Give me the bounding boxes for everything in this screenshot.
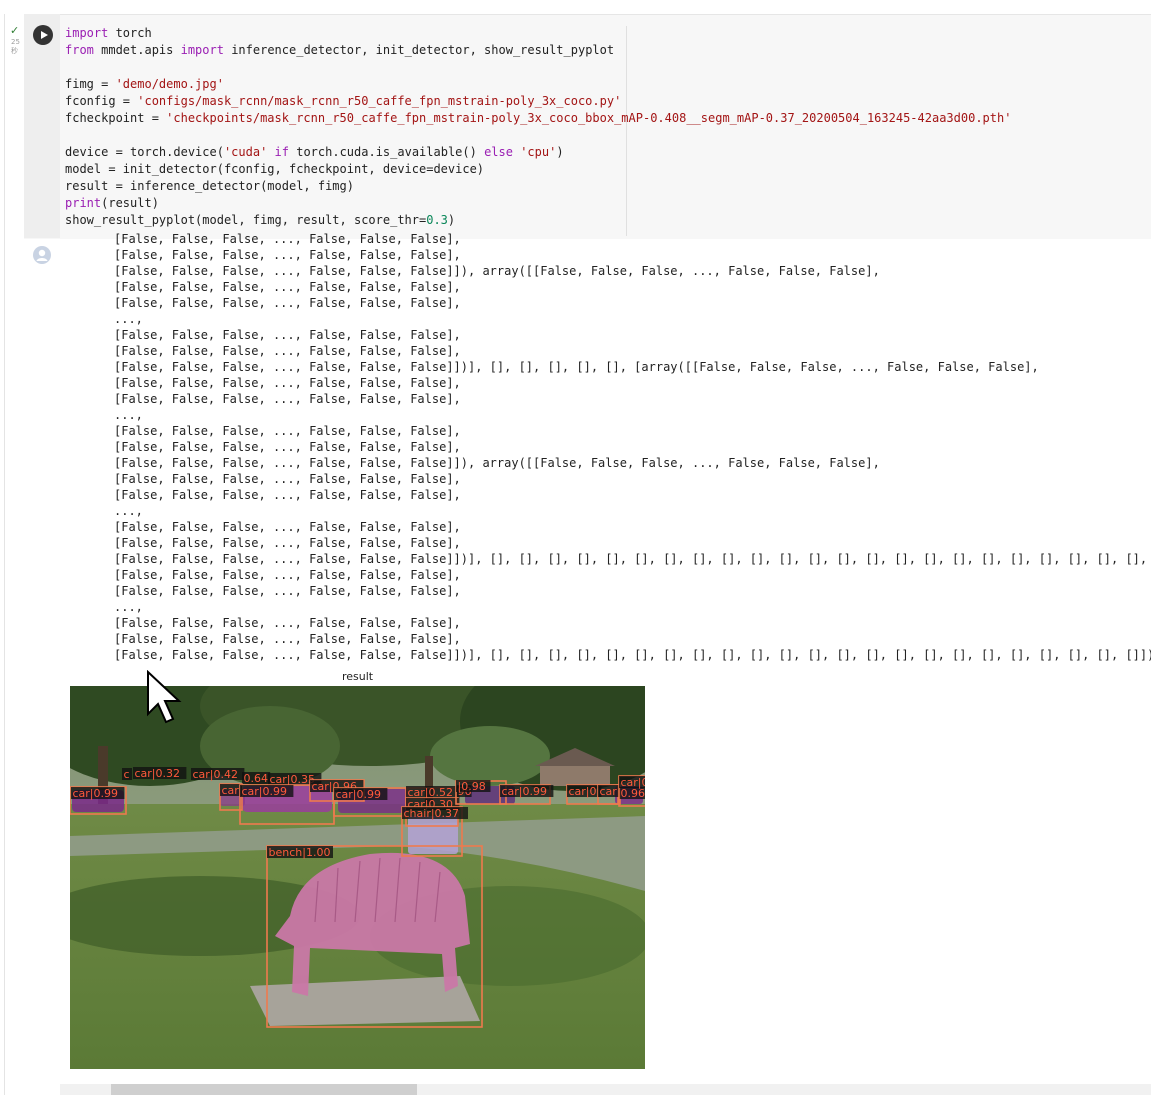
detection-label: car|0.99 <box>242 785 288 798</box>
output-user-avatar-icon <box>33 246 51 264</box>
detection-label: car|0.42 <box>621 776 646 789</box>
exec-time-value: 25 <box>11 38 20 46</box>
output-line: [False, False, False, ..., False, False,… <box>114 568 461 582</box>
run-cell-button[interactable] <box>33 25 53 45</box>
detection-label: car <box>600 785 618 798</box>
notebook-left-rail <box>4 14 5 1095</box>
output-line: [False, False, False, ..., False, False,… <box>114 440 461 454</box>
output-line: [False, False, False, ..., False, False,… <box>114 248 461 262</box>
cell-success-check-icon: ✓ <box>10 24 20 37</box>
output-line: [False, False, False, ..., False, False,… <box>114 344 461 358</box>
output-line: [False, False, False, ..., False, False,… <box>114 488 461 502</box>
output-line: [False, False, False, ..., False, False,… <box>114 648 1151 662</box>
play-icon <box>40 31 48 39</box>
output-line: [False, False, False, ..., False, False,… <box>114 552 1151 566</box>
output-line: [False, False, False, ..., False, False,… <box>114 296 461 310</box>
detection-label: car|0.99 <box>73 787 119 800</box>
code-line-2: from mmdet.apis import inference_detecto… <box>65 43 615 57</box>
code-line-7: model = init_detector(fconfig, fcheckpoi… <box>65 162 485 176</box>
detection-label: bench|1.00 <box>269 846 331 859</box>
code-line-10: show_result_pyplot(model, fimg, result, … <box>65 213 456 227</box>
output-line: [False, False, False, ..., False, False,… <box>114 360 1039 374</box>
detection-result-image: car|0.99c car|0.32 car|0.42 0.64 car|0.35car… <box>70 686 645 1069</box>
code-line-4: fconfig = 'configs/mask_rcnn/mask_rcnn_r… <box>65 94 622 108</box>
code-editor[interactable]: import torch from mmdet.apis import infe… <box>65 25 1011 229</box>
horizontal-scrollbar-thumb[interactable] <box>111 1084 417 1095</box>
detection-label: c <box>124 768 130 781</box>
output-line: [False, False, False, ..., False, False,… <box>114 392 461 406</box>
detection-label: car|0 <box>569 785 597 798</box>
detection-label: car|0.42 <box>193 768 239 781</box>
exec-time-unit: 秒 <box>11 47 18 55</box>
output-line: [False, False, False, ..., False, False,… <box>114 328 461 342</box>
code-line-1: import torch <box>65 26 152 40</box>
output-line: [False, False, False, ..., False, False,… <box>114 632 461 646</box>
output-line: [False, False, False, ..., False, False,… <box>114 616 461 630</box>
output-line: [False, False, False, ..., False, False,… <box>114 472 461 486</box>
output-line: [False, False, False, ..., False, False,… <box>114 584 461 598</box>
cell-output-text: [False, False, False, ..., False, False,… <box>114 231 1151 665</box>
code-line-8: result = inference_detector(model, fimg) <box>65 179 354 193</box>
output-line: [False, False, False, ..., False, False,… <box>114 280 461 294</box>
output-line: [False, False, False, ..., False, False,… <box>114 520 461 534</box>
detection-label: |0.98 <box>458 780 486 793</box>
detection-label: chair|0.37 <box>404 807 460 820</box>
detection-label: car <box>222 784 240 797</box>
detection-label: 0.64 <box>244 772 269 785</box>
output-line: ..., <box>114 312 143 326</box>
cell-gutter <box>24 14 60 238</box>
output-line: [False, False, False, ..., False, False,… <box>114 424 461 438</box>
code-line-3: fimg = 'demo/demo.jpg' <box>65 77 224 91</box>
code-line-6: device = torch.device('cuda' if torch.cu… <box>65 145 564 159</box>
code-line-5: fcheckpoint = 'checkpoints/mask_rcnn_r50… <box>65 111 1012 125</box>
output-line: ..., <box>114 504 143 518</box>
code-line-9: print(result) <box>65 196 159 210</box>
output-line: [False, False, False, ..., False, False,… <box>114 232 461 246</box>
mouse-cursor-icon <box>147 670 182 724</box>
output-line: ..., <box>114 408 143 422</box>
detection-label: car|0.99 <box>336 788 382 801</box>
detection-label: car|0.99 <box>502 785 548 798</box>
output-line: [False, False, False, ..., False, False,… <box>114 456 880 470</box>
output-line: [False, False, False, ..., False, False,… <box>114 264 880 278</box>
output-line: [False, False, False, ..., False, False,… <box>114 536 461 550</box>
output-line: ..., <box>114 600 143 614</box>
cell-execution-time: 25 秒 <box>11 38 20 56</box>
output-line: [False, False, False, ..., False, False,… <box>114 376 461 390</box>
detection-label: car|0.32 <box>135 767 181 780</box>
